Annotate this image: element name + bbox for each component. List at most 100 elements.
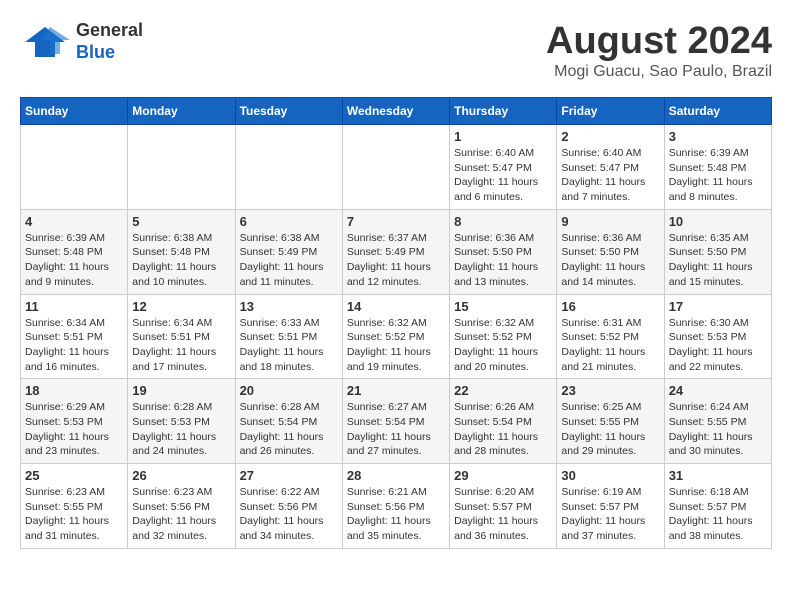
weekday-header: Thursday bbox=[450, 98, 557, 125]
day-number: 18 bbox=[25, 383, 123, 398]
weekday-header: Sunday bbox=[21, 98, 128, 125]
day-number: 15 bbox=[454, 299, 552, 314]
month-title: August 2024 bbox=[546, 20, 772, 63]
day-number: 27 bbox=[240, 468, 338, 483]
day-info: Sunrise: 6:40 AM Sunset: 5:47 PM Dayligh… bbox=[454, 146, 552, 205]
day-info: Sunrise: 6:19 AM Sunset: 5:57 PM Dayligh… bbox=[561, 485, 659, 544]
calendar-cell: 14Sunrise: 6:32 AM Sunset: 5:52 PM Dayli… bbox=[342, 294, 449, 379]
calendar-cell bbox=[128, 125, 235, 210]
day-number: 28 bbox=[347, 468, 445, 483]
calendar-week-row: 4 Sunrise: 6:39 AM Sunset: 5:48 PM Daylig… bbox=[21, 209, 772, 294]
day-number: 19 bbox=[132, 383, 230, 398]
day-info: Sunrise: 6:27 AM Sunset: 5:54 PM Dayligh… bbox=[347, 400, 445, 459]
calendar-cell: 29 Sunrise: 6:20 AM Sunset: 5:57 PM Dayli… bbox=[450, 464, 557, 549]
day-number: 31 bbox=[669, 468, 767, 483]
calendar-cell: 10 Sunrise: 6:35 AM Sunset: 5:50 PM Dayli… bbox=[664, 209, 771, 294]
weekday-header: Monday bbox=[128, 98, 235, 125]
day-number: 17 bbox=[669, 299, 767, 314]
day-info: Sunrise: 6:38 AM Sunset: 5:48 PM Dayligh… bbox=[132, 231, 230, 290]
day-number: 25 bbox=[25, 468, 123, 483]
day-number: 9 bbox=[561, 214, 659, 229]
day-number: 24 bbox=[669, 383, 767, 398]
day-number: 5 bbox=[132, 214, 230, 229]
calendar-cell: 26 Sunrise: 6:23 AM Sunset: 5:56 PM Dayli… bbox=[128, 464, 235, 549]
day-info: Sunrise: 6:23 AM Sunset: 5:55 PM Dayligh… bbox=[25, 485, 123, 544]
day-info: Sunrise: 6:34 AM Sunset: 5:51 PM Dayligh… bbox=[25, 316, 123, 375]
day-info: Sunrise: 6:35 AM Sunset: 5:50 PM Dayligh… bbox=[669, 231, 767, 290]
page-header: General Blue August 2024 Mogi Guacu, Sao… bbox=[20, 20, 772, 81]
day-info: Sunrise: 6:21 AM Sunset: 5:56 PM Dayligh… bbox=[347, 485, 445, 544]
day-info: Sunrise: 6:40 AM Sunset: 5:47 PM Dayligh… bbox=[561, 146, 659, 205]
calendar-cell: 11Sunrise: 6:34 AM Sunset: 5:51 PM Dayli… bbox=[21, 294, 128, 379]
calendar-cell: 27 Sunrise: 6:22 AM Sunset: 5:56 PM Dayli… bbox=[235, 464, 342, 549]
calendar-week-row: 1 Sunrise: 6:40 AM Sunset: 5:47 PM Daylig… bbox=[21, 125, 772, 210]
day-number: 13 bbox=[240, 299, 338, 314]
day-number: 10 bbox=[669, 214, 767, 229]
day-info: Sunrise: 6:22 AM Sunset: 5:56 PM Dayligh… bbox=[240, 485, 338, 544]
day-number: 1 bbox=[454, 129, 552, 144]
calendar-cell: 30 Sunrise: 6:19 AM Sunset: 5:57 PM Dayli… bbox=[557, 464, 664, 549]
calendar-cell: 22Sunrise: 6:26 AM Sunset: 5:54 PM Dayli… bbox=[450, 379, 557, 464]
calendar-cell: 1 Sunrise: 6:40 AM Sunset: 5:47 PM Daylig… bbox=[450, 125, 557, 210]
day-number: 14 bbox=[347, 299, 445, 314]
weekday-header: Friday bbox=[557, 98, 664, 125]
day-info: Sunrise: 6:25 AM Sunset: 5:55 PM Dayligh… bbox=[561, 400, 659, 459]
calendar-cell: 8 Sunrise: 6:36 AM Sunset: 5:50 PM Daylig… bbox=[450, 209, 557, 294]
logo: General Blue bbox=[20, 20, 143, 63]
day-info: Sunrise: 6:32 AM Sunset: 5:52 PM Dayligh… bbox=[454, 316, 552, 375]
calendar-cell: 23Sunrise: 6:25 AM Sunset: 5:55 PM Dayli… bbox=[557, 379, 664, 464]
calendar-cell: 19 Sunrise: 6:28 AM Sunset: 5:53 PM Dayli… bbox=[128, 379, 235, 464]
location-title: Mogi Guacu, Sao Paulo, Brazil bbox=[546, 63, 772, 81]
calendar-cell: 24 Sunrise: 6:24 AM Sunset: 5:55 PM Dayli… bbox=[664, 379, 771, 464]
day-number: 7 bbox=[347, 214, 445, 229]
day-number: 30 bbox=[561, 468, 659, 483]
calendar-cell: 25 Sunrise: 6:23 AM Sunset: 5:55 PM Dayli… bbox=[21, 464, 128, 549]
day-info: Sunrise: 6:31 AM Sunset: 5:52 PM Dayligh… bbox=[561, 316, 659, 375]
day-number: 29 bbox=[454, 468, 552, 483]
day-number: 2 bbox=[561, 129, 659, 144]
day-number: 6 bbox=[240, 214, 338, 229]
calendar-cell: 31Sunrise: 6:18 AM Sunset: 5:57 PM Dayli… bbox=[664, 464, 771, 549]
day-info: Sunrise: 6:37 AM Sunset: 5:49 PM Dayligh… bbox=[347, 231, 445, 290]
calendar-cell: 18 Sunrise: 6:29 AM Sunset: 5:53 PM Dayli… bbox=[21, 379, 128, 464]
calendar-cell: 15 Sunrise: 6:32 AM Sunset: 5:52 PM Dayli… bbox=[450, 294, 557, 379]
calendar-cell: 5 Sunrise: 6:38 AM Sunset: 5:48 PM Daylig… bbox=[128, 209, 235, 294]
day-number: 26 bbox=[132, 468, 230, 483]
calendar-week-row: 18 Sunrise: 6:29 AM Sunset: 5:53 PM Dayli… bbox=[21, 379, 772, 464]
calendar-cell bbox=[342, 125, 449, 210]
day-info: Sunrise: 6:28 AM Sunset: 5:53 PM Dayligh… bbox=[132, 400, 230, 459]
day-number: 12 bbox=[132, 299, 230, 314]
calendar-week-row: 11Sunrise: 6:34 AM Sunset: 5:51 PM Dayli… bbox=[21, 294, 772, 379]
day-info: Sunrise: 6:29 AM Sunset: 5:53 PM Dayligh… bbox=[25, 400, 123, 459]
calendar-cell: 4 Sunrise: 6:39 AM Sunset: 5:48 PM Daylig… bbox=[21, 209, 128, 294]
day-info: Sunrise: 6:23 AM Sunset: 5:56 PM Dayligh… bbox=[132, 485, 230, 544]
calendar-table: SundayMondayTuesdayWednesdayThursdayFrid… bbox=[20, 97, 772, 549]
day-info: Sunrise: 6:28 AM Sunset: 5:54 PM Dayligh… bbox=[240, 400, 338, 459]
calendar-cell: 6Sunrise: 6:38 AM Sunset: 5:49 PM Daylig… bbox=[235, 209, 342, 294]
calendar-week-row: 25 Sunrise: 6:23 AM Sunset: 5:55 PM Dayli… bbox=[21, 464, 772, 549]
day-info: Sunrise: 6:39 AM Sunset: 5:48 PM Dayligh… bbox=[25, 231, 123, 290]
calendar-cell: 3Sunrise: 6:39 AM Sunset: 5:48 PM Daylig… bbox=[664, 125, 771, 210]
calendar-cell: 20Sunrise: 6:28 AM Sunset: 5:54 PM Dayli… bbox=[235, 379, 342, 464]
logo-blue-text: Blue bbox=[76, 42, 143, 64]
calendar-cell: 21Sunrise: 6:27 AM Sunset: 5:54 PM Dayli… bbox=[342, 379, 449, 464]
calendar-cell: 28 Sunrise: 6:21 AM Sunset: 5:56 PM Dayli… bbox=[342, 464, 449, 549]
calendar-cell: 2 Sunrise: 6:40 AM Sunset: 5:47 PM Daylig… bbox=[557, 125, 664, 210]
logo-general-text: General bbox=[76, 20, 143, 42]
day-number: 8 bbox=[454, 214, 552, 229]
calendar-body: 1 Sunrise: 6:40 AM Sunset: 5:47 PM Daylig… bbox=[21, 125, 772, 549]
calendar-cell: 13Sunrise: 6:33 AM Sunset: 5:51 PM Dayli… bbox=[235, 294, 342, 379]
day-number: 4 bbox=[25, 214, 123, 229]
calendar-cell bbox=[21, 125, 128, 210]
calendar-cell: 17Sunrise: 6:30 AM Sunset: 5:53 PM Dayli… bbox=[664, 294, 771, 379]
day-info: Sunrise: 6:36 AM Sunset: 5:50 PM Dayligh… bbox=[561, 231, 659, 290]
calendar-cell: 12 Sunrise: 6:34 AM Sunset: 5:51 PM Dayli… bbox=[128, 294, 235, 379]
day-info: Sunrise: 6:36 AM Sunset: 5:50 PM Dayligh… bbox=[454, 231, 552, 290]
day-info: Sunrise: 6:24 AM Sunset: 5:55 PM Dayligh… bbox=[669, 400, 767, 459]
weekday-header: Wednesday bbox=[342, 98, 449, 125]
day-info: Sunrise: 6:20 AM Sunset: 5:57 PM Dayligh… bbox=[454, 485, 552, 544]
day-info: Sunrise: 6:34 AM Sunset: 5:51 PM Dayligh… bbox=[132, 316, 230, 375]
calendar-cell: 7 Sunrise: 6:37 AM Sunset: 5:49 PM Daylig… bbox=[342, 209, 449, 294]
weekday-header-row: SundayMondayTuesdayWednesdayThursdayFrid… bbox=[21, 98, 772, 125]
calendar-cell bbox=[235, 125, 342, 210]
